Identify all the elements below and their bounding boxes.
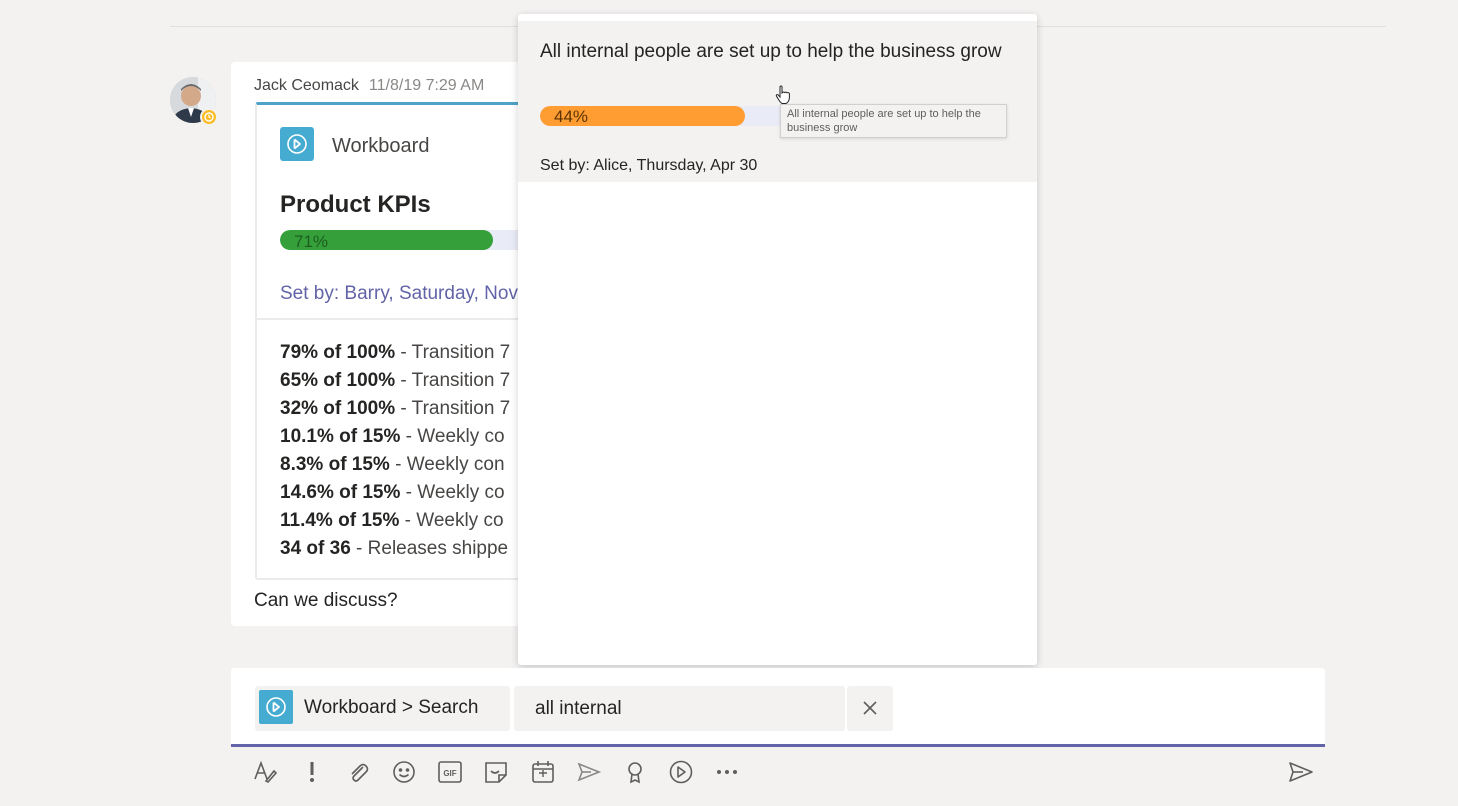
gif-icon[interactable]: GIF xyxy=(436,758,464,786)
messaging-extension-chip[interactable]: Workboard > Search xyxy=(255,686,510,731)
format-icon[interactable] xyxy=(251,758,279,786)
message-author[interactable]: Jack Ceomack xyxy=(254,77,359,94)
result-title: All internal people are set up to help t… xyxy=(540,41,1002,62)
away-status-icon xyxy=(200,108,218,126)
kpi-value: 8.3% of 15% xyxy=(280,454,390,475)
kpi-value: 14.6% of 15% xyxy=(280,482,401,503)
compose-toolbar: GIF xyxy=(231,752,1325,792)
kpi-description: - Releases shippe xyxy=(350,538,509,559)
kpi-value: 65% of 100% xyxy=(280,370,396,391)
workboard-logo-icon xyxy=(280,127,314,161)
kpi-item: 11.4% of 15% - Weekly co xyxy=(280,507,510,535)
meeting-icon[interactable] xyxy=(529,758,557,786)
kpi-list: 79% of 100% - Transition 7 65% of 100% - … xyxy=(280,339,510,563)
kpi-progress-label: 71% xyxy=(294,232,329,250)
result-progress-label: 44% xyxy=(554,107,589,126)
kpi-description: - Transition 7 xyxy=(395,398,511,419)
workboard-icon[interactable] xyxy=(667,758,695,786)
kpi-item: 34 of 36 - Releases shippe xyxy=(280,535,510,563)
attach-icon[interactable] xyxy=(344,758,372,786)
kpi-description: - Weekly co xyxy=(399,510,504,531)
workboard-card[interactable]: Workboard Product KPIs 71% Set by: Barry… xyxy=(255,102,531,580)
kpi-description: - Weekly con xyxy=(389,454,505,475)
kpi-item: 8.3% of 15% - Weekly con xyxy=(280,451,510,479)
kpi-description: - Transition 7 xyxy=(395,370,511,391)
search-results-popup: All internal people are set up to help t… xyxy=(518,14,1037,665)
kpi-item: 14.6% of 15% - Weekly co xyxy=(280,479,510,507)
kpi-value: 79% of 100% xyxy=(280,342,396,363)
kpi-item: 10.1% of 15% - Weekly co xyxy=(280,423,510,451)
message-text: Can we discuss? xyxy=(254,590,398,611)
result-set-by: Set by: Alice, Thursday, Apr 30 xyxy=(540,157,758,174)
kpi-description: - Weekly co xyxy=(400,482,505,503)
message-timestamp: 11/8/19 7:29 AM xyxy=(368,77,485,94)
send-icon[interactable] xyxy=(1287,758,1315,786)
praise-icon[interactable] xyxy=(621,758,649,786)
workboard-logo-icon xyxy=(259,690,293,724)
card-divider xyxy=(257,318,531,320)
search-input[interactable] xyxy=(514,686,845,731)
hand-cursor-icon xyxy=(775,85,791,110)
kpi-value: 11.4% of 15% xyxy=(280,510,400,531)
emoji-icon[interactable] xyxy=(390,758,418,786)
sticker-icon[interactable] xyxy=(482,758,510,786)
card-title: Product KPIs xyxy=(280,191,431,218)
kpi-value: 34 of 36 xyxy=(280,538,351,559)
message-header: Jack Ceomack 11/8/19 7:29 AM xyxy=(254,77,484,95)
kpi-item: 79% of 100% - Transition 7 xyxy=(280,339,510,367)
important-icon[interactable] xyxy=(298,758,326,786)
kpi-value: 32% of 100% xyxy=(280,398,396,419)
card-app-name: Workboard xyxy=(332,135,430,157)
kpi-description: - Transition 7 xyxy=(395,342,511,363)
result-tooltip: All internal people are set up to help t… xyxy=(780,104,1007,138)
kpi-item: 65% of 100% - Transition 7 xyxy=(280,367,510,395)
stream-icon[interactable] xyxy=(575,758,603,786)
extension-breadcrumb: Workboard > Search xyxy=(304,697,479,718)
card-set-by-link[interactable]: Set by: Barry, Saturday, Nov xyxy=(280,283,518,305)
more-icon[interactable] xyxy=(713,758,741,786)
compose-box[interactable]: Workboard > Search xyxy=(231,668,1325,747)
kpi-value: 10.1% of 15% xyxy=(280,426,401,447)
kpi-description: - Weekly co xyxy=(400,426,505,447)
clear-search-button[interactable] xyxy=(847,686,893,731)
chat-message[interactable]: Jack Ceomack 11/8/19 7:29 AM Workboard Pr… xyxy=(231,62,531,626)
svg-text:GIF: GIF xyxy=(443,769,456,778)
kpi-item: 32% of 100% - Transition 7 xyxy=(280,395,510,423)
kpi-progress-bar: 71% xyxy=(280,230,531,250)
